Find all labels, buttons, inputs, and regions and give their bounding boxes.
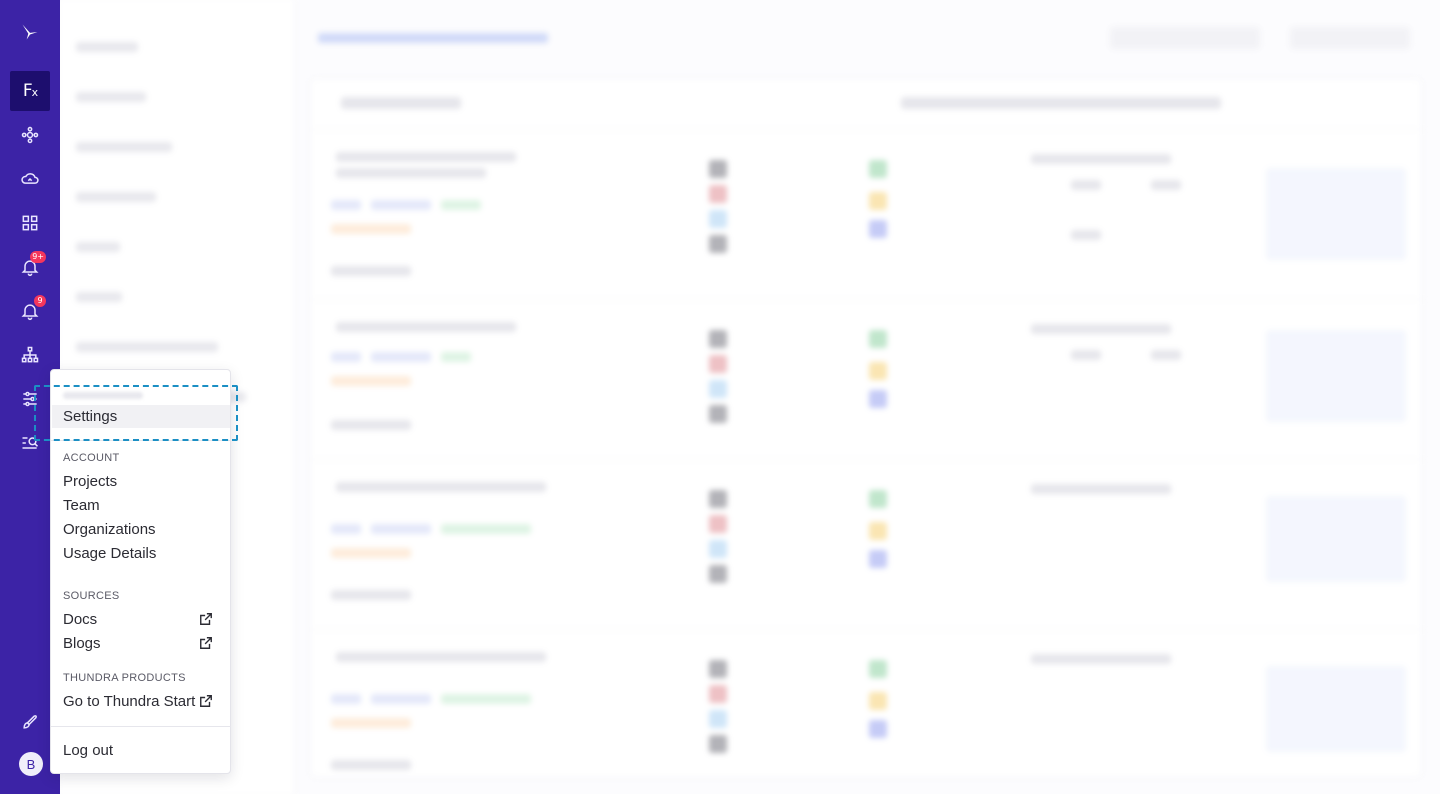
grid-icon[interactable] <box>10 203 50 243</box>
sliders-icon[interactable] <box>10 379 50 419</box>
projects-menu-item[interactable]: Projects <box>63 473 117 491</box>
external-link-icon <box>199 694 213 708</box>
external-link-icon <box>199 612 213 626</box>
docs-menu-item[interactable]: Docs <box>63 611 97 629</box>
thundra-products-heading: THUNDRA PRODUCTS <box>63 672 186 684</box>
account-heading: ACCOUNT <box>63 452 120 464</box>
thundra-start-menu-item[interactable]: Go to Thundra Start <box>63 693 195 711</box>
team-menu-item[interactable]: Team <box>63 497 100 515</box>
menu-divider <box>51 440 231 441</box>
profile-menu: Settings ACCOUNT Projects Team Organizat… <box>50 369 231 774</box>
menu-username-placeholder <box>63 392 143 399</box>
organizations-menu-item[interactable]: Organizations <box>63 521 156 539</box>
sitemap-icon[interactable] <box>10 335 50 375</box>
bell-alert-icon[interactable]: 9+ <box>10 247 50 287</box>
network-icon[interactable] <box>10 115 50 155</box>
sources-heading: SOURCES <box>63 590 120 602</box>
blogs-menu-item[interactable]: Blogs <box>63 635 101 653</box>
usage-details-menu-item[interactable]: Usage Details <box>63 545 156 563</box>
logout-menu-item[interactable]: Log out <box>63 742 113 760</box>
menu-divider <box>51 726 231 727</box>
notifications-badge: 9 <box>34 295 46 307</box>
avatar[interactable]: B <box>19 752 43 776</box>
external-link-icon <box>199 636 213 650</box>
functions-label: F <box>22 81 33 101</box>
functions-icon[interactable]: Fx <box>10 71 50 111</box>
dim-overlay <box>60 0 1440 794</box>
bell-icon[interactable]: 9 <box>10 291 50 331</box>
functions-sub: x <box>31 86 38 99</box>
settings-menu-item[interactable]: Settings <box>52 405 230 428</box>
alerts-badge: 9+ <box>30 251 46 263</box>
bird-logo-icon[interactable] <box>10 12 50 52</box>
list-search-icon[interactable] <box>10 423 50 463</box>
cloud-sync-icon[interactable] <box>10 159 50 199</box>
rocket-icon[interactable] <box>10 702 50 742</box>
